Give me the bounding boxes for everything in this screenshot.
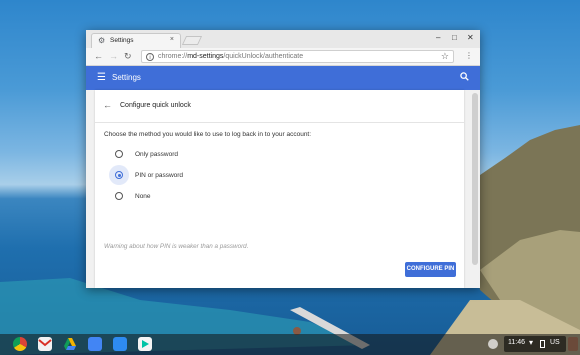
pin-warning-text: Warning about how PIN is weaker than a p…	[104, 243, 249, 250]
calendar-app-icon[interactable]	[88, 337, 102, 351]
play-store-app-icon[interactable]	[138, 337, 152, 351]
page-title: Configure quick unlock	[120, 102, 191, 109]
instruction-text: Choose the method you would like to use …	[104, 131, 312, 138]
back-arrow-icon[interactable]: ←	[94, 50, 103, 62]
url-text: chrome://md-settings/quickUnlock/authent…	[158, 53, 304, 60]
radio-button[interactable]	[115, 150, 123, 158]
back-arrow-icon[interactable]: ←	[103, 100, 112, 110]
clock: 11:46	[508, 339, 525, 346]
tab-title: Settings	[110, 37, 134, 44]
option-label: Only password	[135, 151, 178, 158]
maximize-icon[interactable]: □	[452, 32, 457, 44]
radio-button[interactable]	[115, 171, 123, 179]
input-method-label: US	[550, 339, 560, 346]
browser-toolbar: ← → ↻ i chrome://md-settings/quickUnlock…	[86, 48, 480, 66]
hamburger-menu-icon[interactable]: ☰	[97, 72, 106, 84]
quick-unlock-card: ← Configure quick unlock Choose the meth…	[95, 90, 464, 288]
notification-icon[interactable]	[488, 339, 498, 349]
card-header: ← Configure quick unlock	[95, 90, 464, 123]
gear-icon: ⚙	[98, 36, 106, 45]
browser-window: ⚙ Settings × – □ ✕ ← → ↻ i chrome://md-s…	[86, 30, 480, 288]
files-app-icon[interactable]	[113, 337, 127, 351]
radio-option-pin-or-password[interactable]: PIN or password	[109, 165, 265, 185]
settings-app-bar: ☰ Settings	[86, 66, 480, 90]
option-label: PIN or password	[135, 172, 184, 179]
tab-settings[interactable]: ⚙ Settings ×	[91, 33, 181, 48]
drive-app-icon[interactable]	[63, 337, 77, 351]
chrome-menu-icon[interactable]: ⋮	[465, 51, 473, 61]
reload-icon[interactable]: ↻	[124, 50, 132, 62]
configure-pin-button[interactable]: CONFIGURE PIN	[405, 262, 456, 277]
forward-arrow-icon[interactable]: →	[109, 50, 118, 62]
settings-content: ← Configure quick unlock Choose the meth…	[86, 90, 480, 288]
address-bar[interactable]: i chrome://md-settings/quickUnlock/authe…	[141, 50, 454, 63]
radio-option-only-password[interactable]: Only password	[115, 148, 265, 162]
status-tray[interactable]: 11:46 ▾ US	[504, 336, 566, 352]
scrollbar[interactable]	[471, 90, 480, 288]
battery-icon	[540, 340, 545, 348]
radio-button[interactable]	[115, 192, 123, 200]
info-icon[interactable]: i	[146, 52, 154, 61]
bookmark-star-icon[interactable]: ☆	[441, 51, 449, 62]
minimize-icon[interactable]: –	[436, 32, 440, 44]
tab-close-icon[interactable]: ×	[170, 36, 174, 43]
search-icon[interactable]	[460, 72, 469, 84]
title-bar: ⚙ Settings × – □ ✕	[86, 30, 480, 48]
scrollbar-thumb[interactable]	[472, 93, 478, 265]
gmail-app-icon[interactable]	[38, 337, 52, 351]
radio-option-none[interactable]: None	[115, 190, 265, 204]
avatar[interactable]	[568, 337, 578, 351]
option-label: None	[135, 193, 151, 200]
app-title: Settings	[112, 73, 141, 82]
close-icon[interactable]: ✕	[467, 32, 474, 44]
new-tab-button[interactable]	[181, 36, 203, 45]
wifi-icon: ▾	[529, 338, 534, 347]
chrome-app-icon[interactable]	[13, 337, 27, 351]
